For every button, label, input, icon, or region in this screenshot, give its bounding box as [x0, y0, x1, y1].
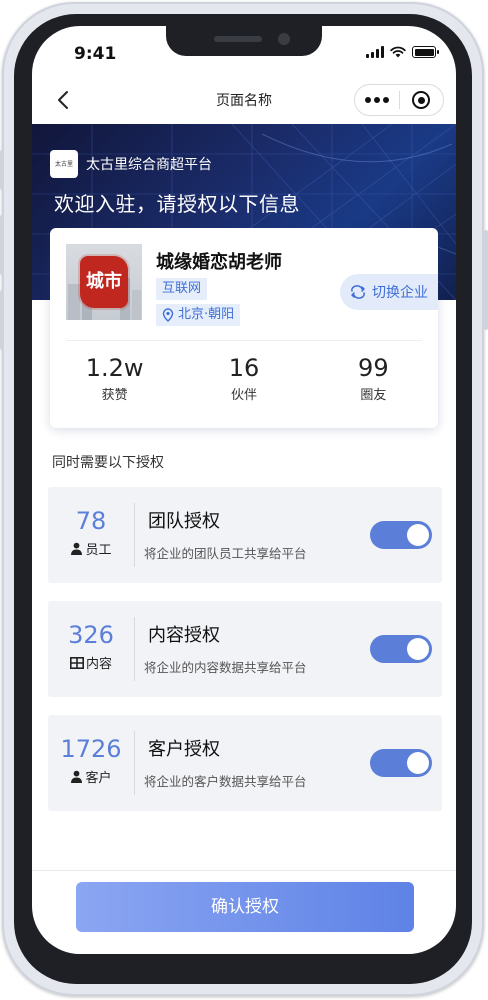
stat-value: 16 — [228, 354, 260, 382]
auth-unit: 客户 — [48, 767, 134, 786]
notch — [166, 26, 322, 56]
location-tag: 北京·朝阳 — [156, 304, 241, 326]
customer-auth-toggle[interactable] — [370, 749, 432, 777]
screen: 9:41 页面名称 太古里 太古里综合商超平台 欢迎入驻，请授权以下信息 城市 … — [32, 26, 456, 954]
brand-logo: 太古里 — [50, 150, 78, 178]
auth-unit-label: 客户 — [85, 771, 112, 786]
stat-likes: 1.2w 获赞 — [50, 354, 179, 403]
mini-program-capsule — [354, 84, 444, 116]
confirm-authorization-button[interactable]: 确认授权 — [76, 882, 414, 932]
auth-card-content: 326 内容 内容授权 将企业的内容数据共享给平台 — [48, 601, 442, 697]
auth-count: 1726 — [60, 735, 122, 763]
close-miniprogram-icon[interactable] — [399, 91, 443, 109]
company-card: 城市 城缘婚恋胡老师 互联网 北京·朝阳 切换企业 1.2w 获赞 16 伙伴 … — [50, 228, 438, 428]
auth-title: 客户授权 — [148, 739, 220, 760]
auth-divider — [134, 503, 135, 567]
team-auth-toggle[interactable] — [370, 521, 432, 549]
stat-label: 获赞 — [101, 388, 128, 403]
toggle-knob — [407, 524, 429, 546]
stat-value: 99 — [358, 354, 389, 382]
toggle-knob — [407, 752, 429, 774]
auth-description: 将企业的团队员工共享给平台 — [144, 546, 307, 561]
location-pin-icon — [162, 308, 174, 322]
auth-unit: 员工 — [48, 539, 134, 558]
company-stats: 1.2w 获赞 16 伙伴 99 圈友 — [50, 354, 438, 403]
nav-bar: 页面名称 — [32, 76, 456, 124]
signal-icon — [366, 46, 384, 58]
brand-row: 太古里 太古里综合商超平台 — [50, 150, 212, 178]
auth-description: 将企业的客户数据共享给平台 — [144, 774, 307, 789]
speaker — [214, 36, 262, 42]
auth-metric: 1726 客户 — [48, 715, 134, 811]
stat-circle-friends: 99 圈友 — [309, 354, 438, 403]
card-divider — [66, 340, 422, 341]
more-icon[interactable] — [355, 97, 399, 103]
phone-volume-up-button — [0, 215, 4, 275]
auth-divider — [134, 617, 135, 681]
auth-title: 团队授权 — [148, 511, 220, 532]
status-time: 9:41 — [74, 44, 117, 64]
section-title: 同时需要以下授权 — [52, 455, 164, 471]
stat-value: 1.2w — [85, 354, 144, 382]
person-icon — [71, 770, 83, 783]
stat-label: 圈友 — [360, 388, 387, 403]
battery-icon — [412, 46, 439, 58]
company-name: 城缘婚恋胡老师 — [156, 252, 282, 273]
company-logo: 城市 — [66, 244, 142, 320]
auth-unit: 内容 — [48, 653, 134, 672]
auth-unit-label: 员工 — [85, 543, 112, 558]
stat-label: 伙伴 — [230, 388, 257, 403]
auth-divider — [134, 731, 135, 795]
phone-power-button — [484, 230, 488, 330]
front-camera — [278, 33, 290, 45]
phone-side-button — [0, 150, 4, 190]
swap-icon — [351, 285, 365, 299]
phone-volume-down-button — [0, 290, 4, 350]
company-logo-seal: 城市 — [80, 256, 128, 308]
auth-metric: 78 员工 — [48, 487, 134, 583]
auth-unit-label: 内容 — [85, 657, 112, 672]
industry-tag: 互联网 — [156, 278, 208, 300]
bottom-divider — [32, 870, 456, 871]
grid-icon — [69, 656, 84, 669]
location-text: 北京·朝阳 — [178, 307, 235, 322]
brand-name: 太古里综合商超平台 — [86, 157, 212, 173]
auth-card-customer: 1726 客户 客户授权 将企业的客户数据共享给平台 — [48, 715, 442, 811]
auth-count: 326 — [68, 621, 114, 649]
switch-company-label: 切换企业 — [372, 285, 428, 301]
stat-partners: 16 伙伴 — [179, 354, 308, 403]
status-icons — [366, 46, 439, 58]
auth-count: 78 — [75, 507, 107, 535]
wifi-icon — [390, 46, 406, 58]
auth-metric: 326 内容 — [48, 601, 134, 697]
person-icon — [71, 542, 83, 555]
content-auth-toggle[interactable] — [370, 635, 432, 663]
switch-company-button[interactable]: 切换企业 — [340, 274, 438, 310]
auth-card-team: 78 员工 团队授权 将企业的团队员工共享给平台 — [48, 487, 442, 583]
auth-title: 内容授权 — [148, 625, 220, 646]
auth-description: 将企业的内容数据共享给平台 — [144, 660, 307, 675]
banner-headline: 欢迎入驻，请授权以下信息 — [54, 192, 300, 216]
toggle-knob — [407, 638, 429, 660]
